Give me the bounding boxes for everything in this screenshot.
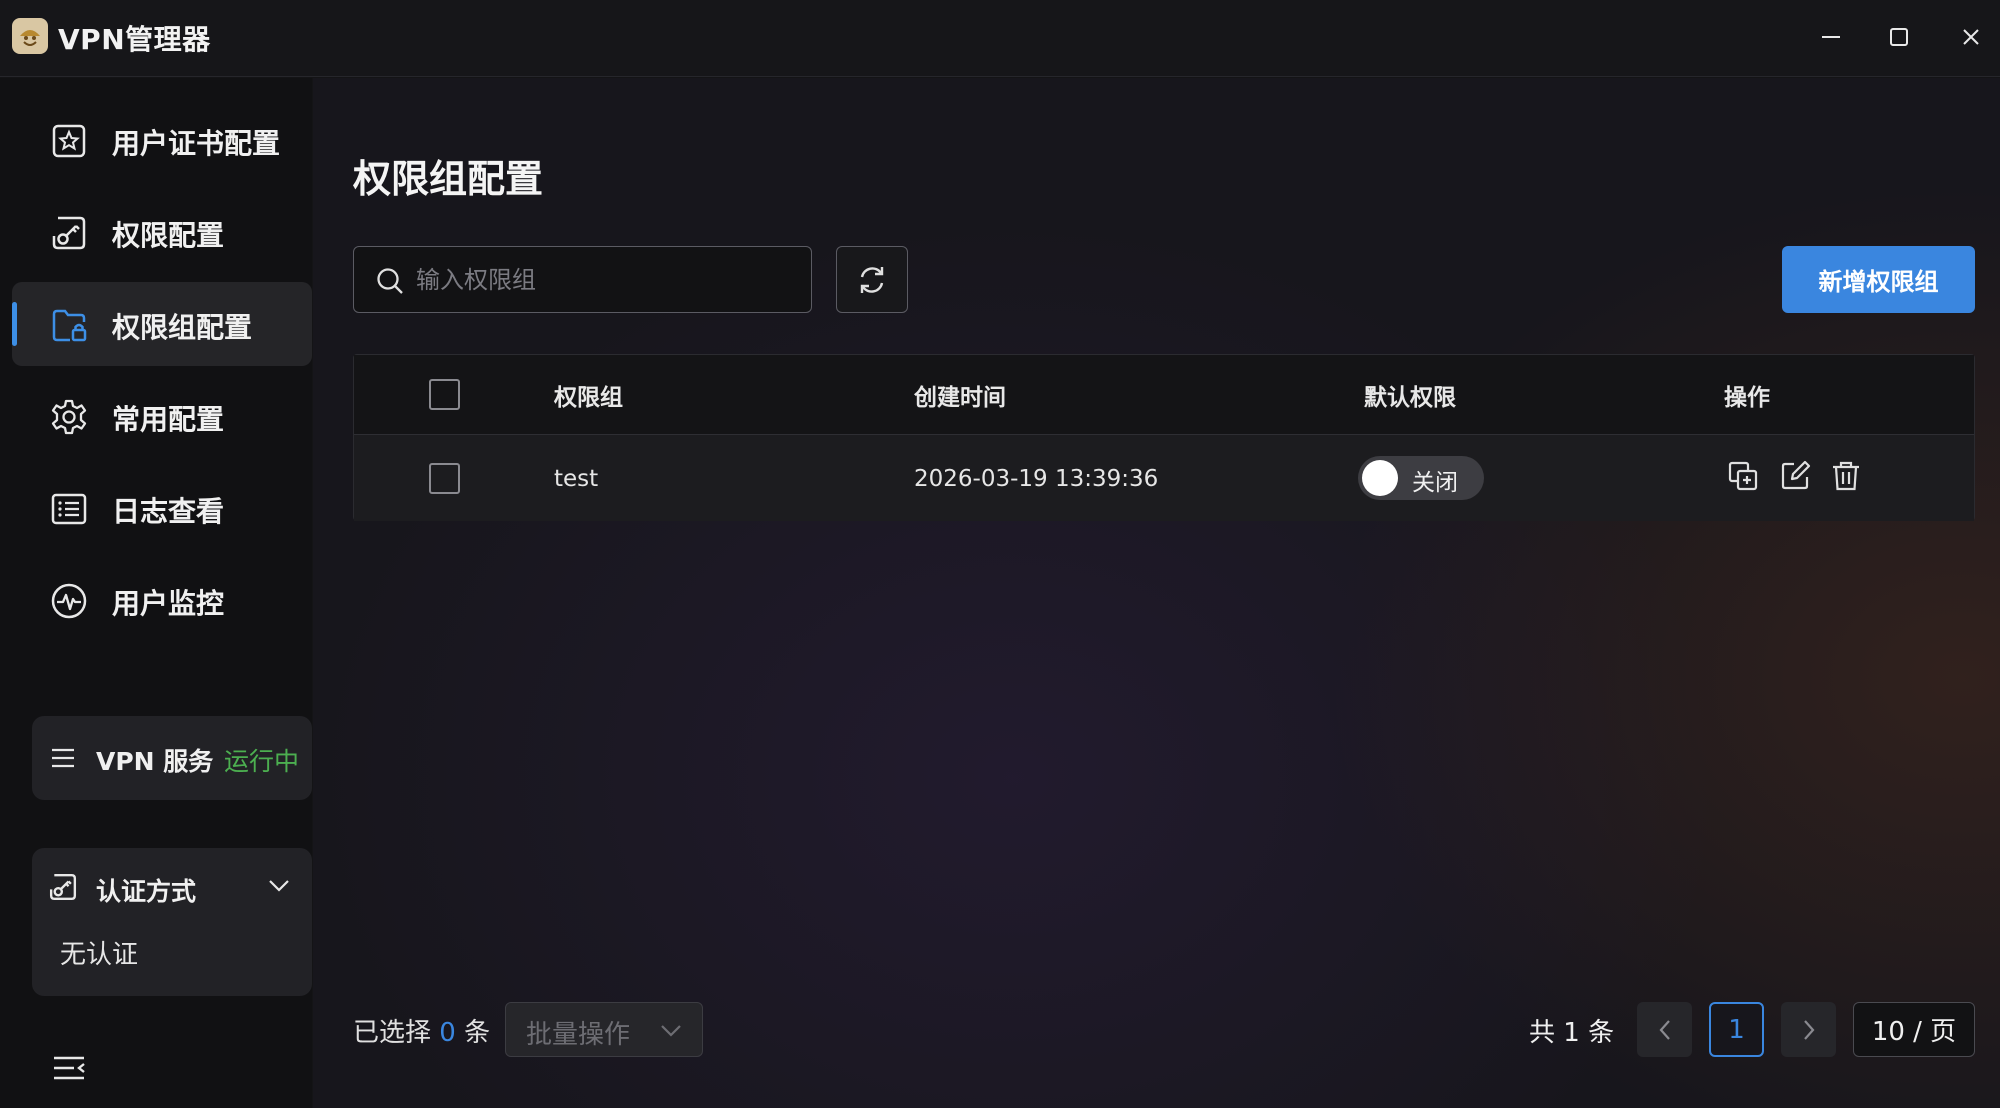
auth-method-label: 认证方式 [96, 877, 197, 906]
search-input[interactable] [416, 259, 796, 301]
edit-button[interactable] [1777, 458, 1813, 494]
refresh-button[interactable] [836, 246, 908, 313]
sidebar-item-label: 用户证书配置 [112, 127, 281, 160]
title-bar: VPN管理器 [0, 0, 2000, 77]
column-header-default-permission: 默认权限 [1364, 384, 1456, 411]
minimize-icon [1822, 36, 1840, 38]
page-size-label: 10 / 页 [1871, 1017, 1957, 1047]
sidebar-item-label: 用户监控 [112, 587, 225, 620]
sidebar-item-label: 日志查看 [112, 495, 225, 528]
pulse-icon [51, 583, 87, 619]
cell-created-time: 2026-03-19 13:39:36 [914, 465, 1159, 492]
next-page-button[interactable] [1781, 1002, 1836, 1057]
total-count: 共 1 条 [1529, 1018, 1615, 1048]
current-page-number: 1 [1728, 1014, 1745, 1045]
page-1-button[interactable]: 1 [1709, 1002, 1764, 1057]
gear-icon [51, 399, 87, 435]
page-title: 权限组配置 [353, 157, 544, 201]
page-size-selector[interactable]: 10 / 页 [1853, 1002, 1975, 1057]
chevron-left-icon [1659, 1019, 1670, 1040]
add-permission-group-button[interactable]: 新增权限组 [1782, 246, 1975, 313]
active-indicator [12, 302, 17, 346]
close-button[interactable] [1948, 14, 1994, 60]
permission-group-table: 权限组 创建时间 默认权限 操作 test 2026-03-19 13:39:3… [353, 354, 1975, 521]
toggle-label: 关闭 [1412, 470, 1458, 496]
prev-page-button[interactable] [1637, 1002, 1692, 1057]
edit-icon [1781, 460, 1811, 490]
folder-lock-icon [52, 309, 87, 342]
sidebar: 用户证书配置 权限配置 权限组配置 常用配置 日志查看 用户监控 VPN 服务 … [0, 78, 312, 1108]
minimize-button[interactable] [1808, 14, 1854, 60]
collapse-menu-icon [54, 1056, 85, 1080]
chevron-right-icon [1803, 1019, 1814, 1040]
maximize-button[interactable] [1876, 14, 1922, 60]
maximize-icon [1890, 28, 1908, 46]
chevron-down-icon [661, 1025, 681, 1037]
menu-icon [52, 748, 74, 768]
chevron-down-icon [269, 880, 289, 892]
row-checkbox[interactable] [429, 463, 460, 494]
auth-method-header[interactable]: 认证方式 [32, 848, 312, 924]
sidebar-item-label: 权限组配置 [112, 311, 253, 344]
vpn-service-card[interactable]: VPN 服务 运行中 [32, 716, 312, 800]
key-icon [49, 873, 77, 901]
vpn-service-label: VPN 服务 [96, 747, 214, 776]
copy-icon [1728, 461, 1758, 491]
column-header-actions: 操作 [1724, 384, 1770, 411]
refresh-icon [860, 266, 884, 293]
select-all-checkbox[interactable] [429, 379, 460, 410]
selected-prefix: 已选择 [353, 1018, 432, 1048]
sidebar-item-label: 权限配置 [112, 219, 225, 252]
selected-suffix: 条 [464, 1018, 491, 1048]
table-header: 权限组 创建时间 默认权限 操作 [354, 355, 1974, 435]
auth-method-value: 无认证 [60, 940, 139, 970]
sidebar-item-log-viewer[interactable]: 日志查看 [12, 466, 312, 550]
sidebar-item-common-settings[interactable]: 常用配置 [12, 374, 312, 458]
copy-button[interactable] [1725, 458, 1761, 494]
selected-count: 0 [439, 1018, 456, 1048]
auth-method-card: 认证方式 无认证 [32, 848, 312, 996]
batch-actions-dropdown[interactable]: 批量操作 [505, 1002, 703, 1057]
app-logo-icon [12, 18, 48, 54]
search-icon [377, 268, 403, 294]
cell-group-name: test [554, 465, 599, 492]
column-header-created: 创建时间 [914, 384, 1006, 411]
default-permission-toggle[interactable]: 关闭 [1358, 456, 1484, 500]
trash-icon [1833, 461, 1859, 491]
list-icon [51, 493, 87, 525]
delete-button[interactable] [1828, 458, 1864, 494]
certificate-icon [52, 124, 86, 158]
key-icon [52, 216, 86, 250]
vpn-status-badge: 运行中 [224, 747, 300, 776]
app-title: VPN管理器 [58, 23, 211, 56]
selected-count-text: 已选择 0 条 [353, 1012, 490, 1049]
close-icon [1963, 29, 1979, 45]
sidebar-item-permission-group[interactable]: 权限组配置 [12, 282, 312, 366]
search-box[interactable] [353, 246, 812, 313]
toggle-knob [1362, 460, 1398, 496]
collapse-sidebar-button[interactable] [52, 1054, 88, 1084]
column-header-group: 权限组 [554, 384, 623, 411]
sidebar-item-label: 常用配置 [112, 403, 225, 436]
sidebar-item-user-certificate[interactable]: 用户证书配置 [12, 98, 312, 182]
table-row: test 2026-03-19 13:39:36 关闭 [354, 436, 1974, 521]
main-content: 权限组配置 新增权限组 权限组 创建时间 默认权限 操作 test 2026-0… [313, 78, 2000, 1108]
sidebar-item-permission[interactable]: 权限配置 [12, 190, 312, 274]
sidebar-item-user-monitor[interactable]: 用户监控 [12, 558, 312, 642]
batch-actions-label: 批量操作 [526, 1020, 631, 1050]
